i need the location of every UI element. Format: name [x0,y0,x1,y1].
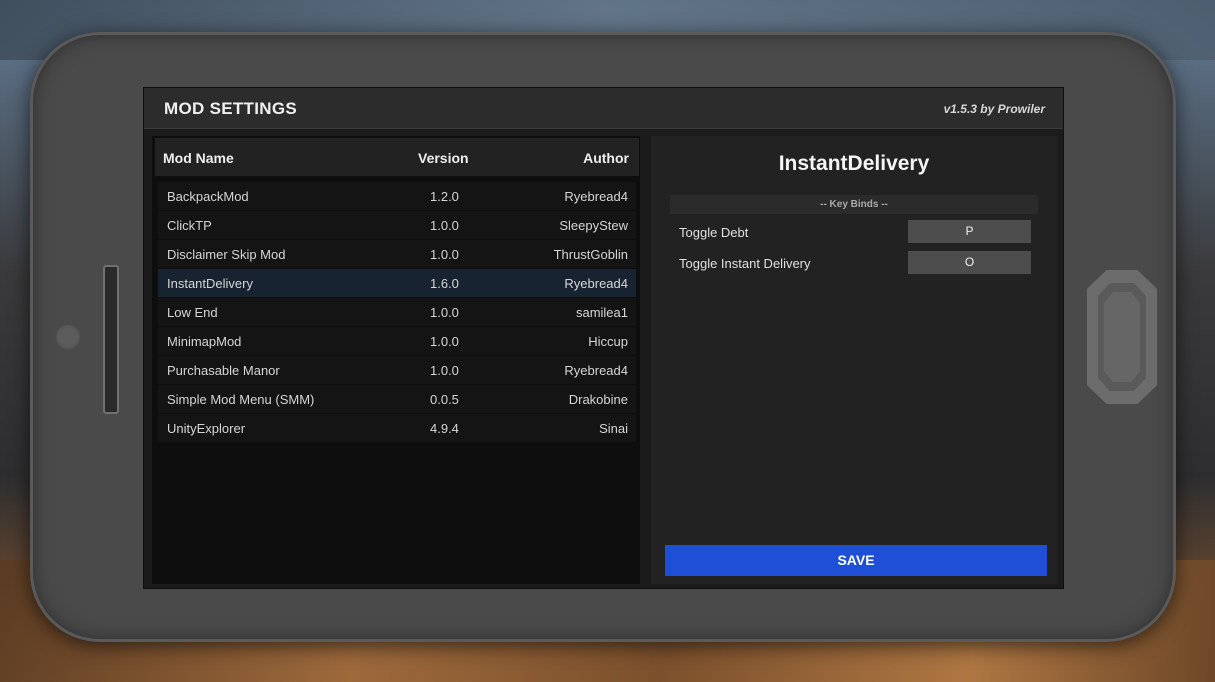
mod-settings-window: MOD SETTINGS v1.5.3 by Prowiler Mod Name… [143,87,1064,589]
mod-row[interactable]: BackpackMod 1.2.0 Ryebread4 [158,182,636,210]
mod-version-cell: 1.0.0 [430,363,459,378]
mod-row[interactable]: MinimapMod 1.0.0 Hiccup [158,327,636,355]
mod-author-cell: ThrustGoblin [553,247,628,262]
mod-version-cell: 1.2.0 [430,189,459,204]
mod-name-cell: ClickTP [167,218,212,233]
keybind-key-button[interactable]: O [908,251,1031,274]
keybind-row-toggle-instant-delivery: Toggle Instant Delivery O [679,251,1031,275]
mod-author-cell: samilea1 [575,305,628,320]
mod-author-cell: Sinai [599,421,628,436]
keybinds-section-header: -- Key Binds -- [670,195,1038,214]
mod-name-cell: BackpackMod [167,189,249,204]
version-label: v1.5.3 by Prowiler [943,102,1045,116]
mod-author-cell: Drakobine [568,392,628,407]
mod-row[interactable]: Simple Mod Menu (SMM) 0.0.5 Drakobine [158,385,636,413]
keybind-key-button[interactable]: P [908,220,1031,243]
mod-version-cell: 1.0.0 [430,247,459,262]
mod-row[interactable]: Purchasable Manor 1.0.0 Ryebread4 [158,356,636,384]
mod-author-cell: Ryebread4 [564,363,628,378]
mod-name-cell: InstantDelivery [167,276,253,291]
selected-mod-title: InstantDelivery [778,152,930,175]
mod-row[interactable]: ClickTP 1.0.0 SleepyStew [158,211,636,239]
mod-author-cell: SleepyStew [559,218,628,233]
mod-name-cell: Low End [167,305,218,320]
mod-row[interactable]: Disclaimer Skip Mod 1.0.0 ThrustGoblin [158,240,636,268]
mod-version-cell: 4.9.4 [430,421,459,436]
column-header-version: Version [418,150,469,166]
window-title: MOD SETTINGS [164,99,297,118]
mod-list-panel: Mod Name Version Author BackpackMod 1.2.0… [152,136,640,584]
column-header-mod-name: Mod Name [163,150,234,166]
mod-name-cell: Simple Mod Menu (SMM) [167,392,315,407]
mod-name-cell: Disclaimer Skip Mod [167,247,286,262]
phone-camera-icon [55,324,81,350]
keybind-label: Toggle Debt [679,225,749,240]
mod-author-cell: Ryebread4 [564,276,628,291]
mod-version-cell: 1.0.0 [430,305,459,320]
mod-detail-panel: InstantDelivery -- Key Binds -- Toggle D… [651,136,1057,584]
save-button[interactable]: SAVE [665,545,1047,576]
column-header-author: Author [583,150,629,166]
phone-home-button-core [1104,292,1140,382]
window-header: MOD SETTINGS v1.5.3 by Prowiler [144,88,1063,129]
mod-name-cell: Purchasable Manor [167,363,280,378]
mod-version-cell: 0.0.5 [430,392,459,407]
mod-version-cell: 1.6.0 [430,276,459,291]
keybind-row-toggle-debt: Toggle Debt P [679,220,1031,244]
mod-version-cell: 1.0.0 [430,218,459,233]
phone-side-slot [103,265,119,414]
mod-table-header: Mod Name Version Author [155,138,639,176]
mod-version-cell: 1.0.0 [430,334,459,349]
mod-author-cell: Ryebread4 [564,189,628,204]
mod-row[interactable]: UnityExplorer 4.9.4 Sinai [158,414,636,442]
mod-name-cell: UnityExplorer [167,421,246,436]
mod-name-cell: MinimapMod [167,334,242,349]
mod-author-cell: Hiccup [588,334,628,349]
mod-row[interactable]: Low End 1.0.0 samilea1 [158,298,636,326]
mod-row[interactable]: InstantDelivery 1.6.0 Ryebread4 [158,269,636,297]
keybind-label: Toggle Instant Delivery [679,256,811,271]
mod-list: BackpackMod 1.2.0 Ryebread4 ClickTP 1.0.0 Sle… [158,182,636,443]
